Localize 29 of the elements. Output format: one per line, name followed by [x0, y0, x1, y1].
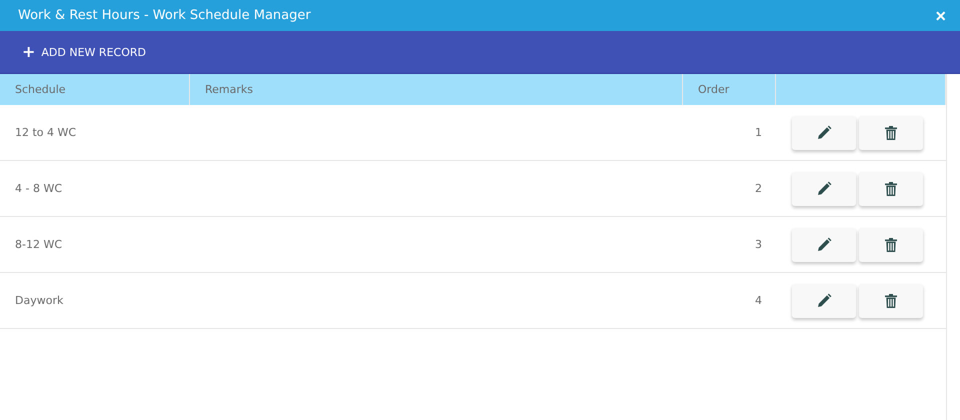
pencil-icon: [816, 292, 832, 308]
column-header: Remarks: [205, 83, 253, 96]
trash-icon: [885, 238, 897, 252]
table-cell-text: 4: [754, 294, 763, 307]
edit-button[interactable]: [792, 116, 856, 150]
column-header: Schedule: [15, 83, 66, 96]
table-cell-text: 2: [754, 182, 763, 195]
delete-button[interactable]: [859, 284, 923, 318]
trash-icon: [885, 126, 897, 140]
table-cell-text: 8-12 WC: [14, 238, 64, 251]
delete-button[interactable]: [859, 172, 923, 206]
delete-button[interactable]: [859, 228, 923, 262]
edit-button[interactable]: [792, 284, 856, 318]
add-record-button[interactable]: + ADD NEW RECORD: [18, 40, 150, 64]
table-cell-text: 3: [754, 238, 763, 251]
pencil-icon: [816, 236, 832, 252]
edit-button[interactable]: [792, 172, 856, 206]
trash-icon: [885, 182, 897, 196]
column-header: Order: [698, 83, 730, 96]
table-cell-text: 12 to 4 WC: [14, 126, 78, 139]
table-cell-text: 4 - 8 WC: [14, 182, 64, 195]
edit-button[interactable]: [792, 228, 856, 262]
table-cell-text: 1: [754, 126, 763, 139]
table-cell-text: Daywork: [14, 294, 64, 307]
pencil-icon: [816, 180, 832, 196]
window-title: Work & Rest Hours - Work Schedule Manager: [18, 8, 311, 23]
delete-button[interactable]: [859, 116, 923, 150]
pencil-icon: [816, 124, 832, 140]
trash-icon: [885, 294, 897, 308]
